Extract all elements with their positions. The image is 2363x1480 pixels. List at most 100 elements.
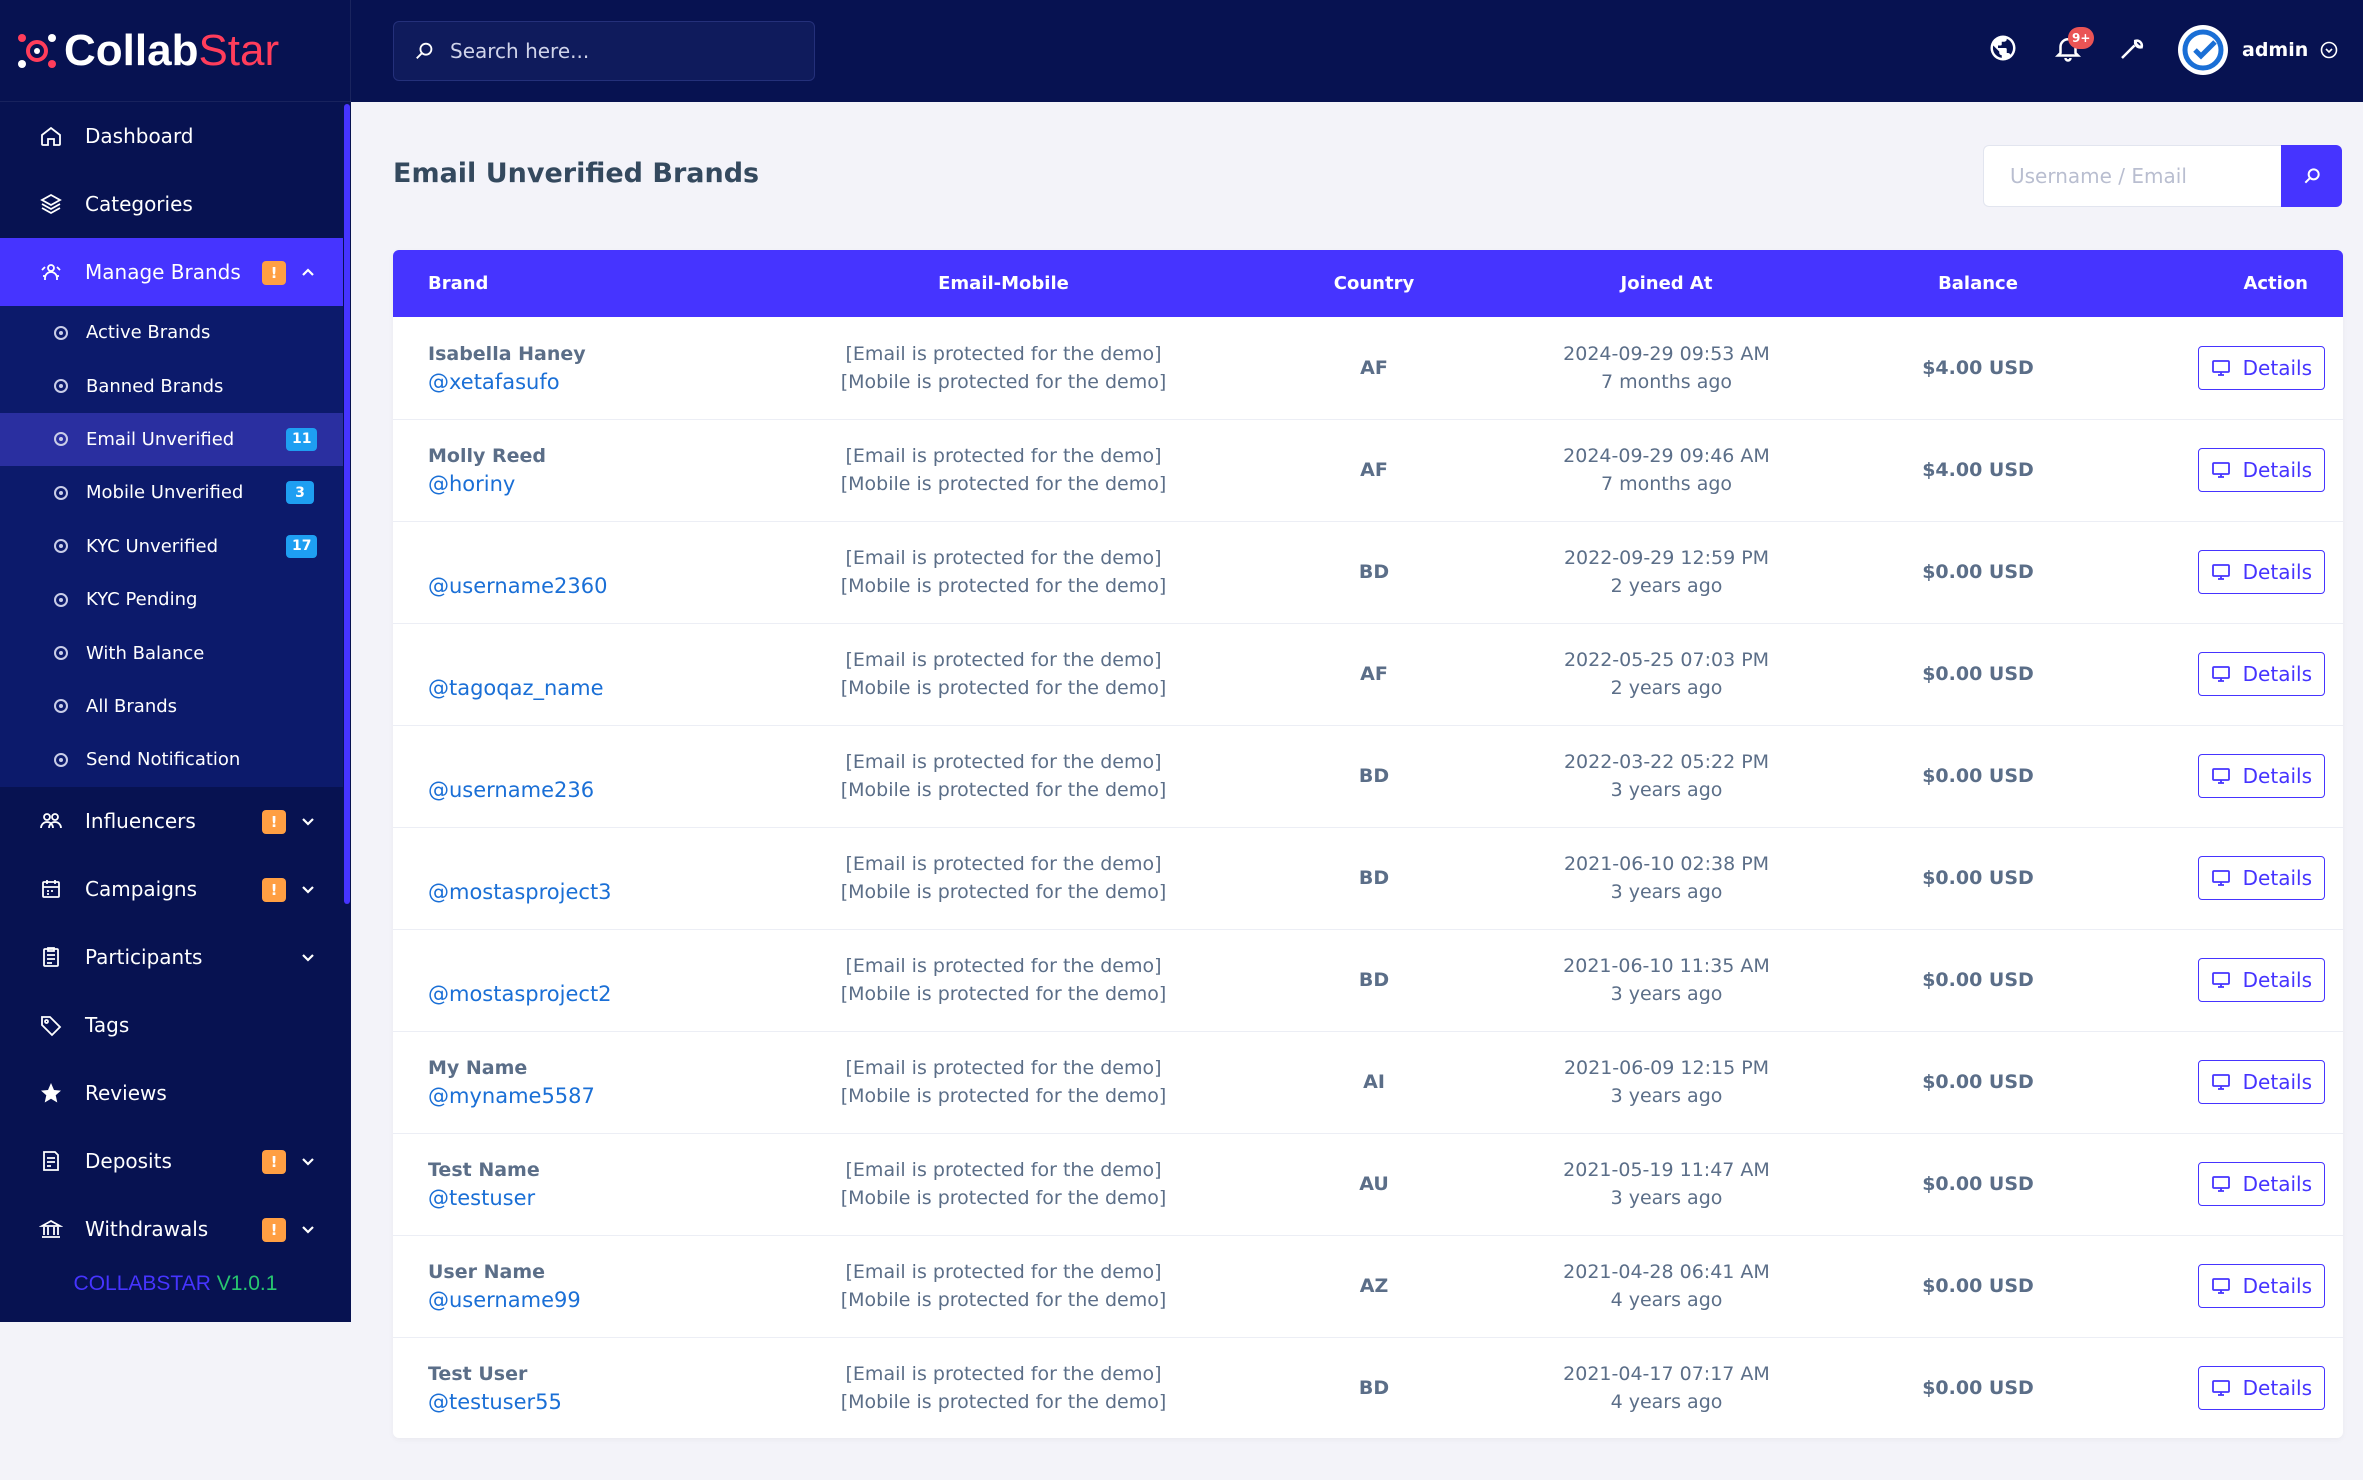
search-input[interactable] — [450, 39, 810, 63]
global-search[interactable] — [393, 21, 815, 81]
details-button-label: Details — [2242, 1070, 2312, 1094]
brand-cell: @mostasproject3 — [393, 827, 788, 929]
sidebar-subitem-all-brands[interactable]: All Brands — [0, 680, 343, 733]
details-button[interactable]: Details — [2197, 550, 2325, 594]
email-mobile-cell: [Email is protected for the demo] [Mobil… — [788, 1337, 1219, 1438]
mobile-value: [Mobile is protected for the demo] — [840, 881, 1167, 903]
details-button[interactable]: Details — [2197, 345, 2325, 390]
balance-cell: $0.00 USD — [1804, 1133, 2152, 1235]
sidebar-item-participants[interactable]: Participants — [0, 923, 343, 991]
action-cell: Details — [2152, 317, 2343, 419]
joined-relative: 2 years ago — [1610, 677, 1723, 699]
action-cell: Details — [2152, 419, 2343, 521]
desktop-icon — [2211, 1074, 2230, 1090]
warning-badge: ! — [262, 1149, 286, 1174]
user-menu[interactable]: admin — [2178, 22, 2338, 78]
details-button[interactable]: Details — [2197, 958, 2325, 1002]
sidebar-subitem-banned-brands[interactable]: Banned Brands — [0, 359, 343, 412]
sidebar-item-label: Dashboard — [85, 124, 194, 148]
brand-username-link[interactable]: @xetafasufo — [428, 368, 788, 396]
balance-cell: $4.00 USD — [1804, 419, 2152, 521]
email-value: [Email is protected for the demo] — [845, 1159, 1162, 1181]
brand-name: Test User — [428, 1363, 528, 1385]
brand-username-link[interactable]: @username2360 — [428, 572, 788, 600]
brand-logo[interactable]: CollabStar — [0, 0, 351, 102]
balance-value: $0.00 USD — [1922, 1377, 2034, 1399]
balance-value: $0.00 USD — [1922, 969, 2034, 991]
details-button[interactable]: Details — [2197, 1060, 2325, 1104]
brand-name — [428, 850, 788, 878]
sidebar-item-deposits[interactable]: Deposits ! — [0, 1127, 343, 1195]
sidebar-item-campaigns[interactable]: Campaigns ! — [0, 855, 343, 923]
sidebar-item-dashboard[interactable]: Dashboard — [0, 102, 343, 170]
brand-cell: @mostasproject2 — [393, 929, 788, 1031]
filter-search-button[interactable] — [2281, 145, 2342, 207]
country-code: BD — [1358, 765, 1390, 787]
details-button-label: Details — [2242, 866, 2312, 890]
sidebar-item-reviews[interactable]: Reviews — [0, 1059, 343, 1127]
globe-button[interactable] — [1986, 31, 2020, 65]
sidebar-subitem-send-notification[interactable]: Send Notification — [0, 733, 343, 786]
balance-value: $0.00 USD — [1922, 561, 2034, 583]
sidebar-subitem-mobile-unverified[interactable]: Mobile Unverified 3 — [0, 466, 343, 519]
brand-username-link[interactable]: @tagoqaz_name — [428, 674, 788, 702]
sidebar-item-influencers[interactable]: Influencers ! — [0, 787, 343, 855]
details-button[interactable]: Details — [2197, 754, 2325, 798]
country-cell: BD — [1219, 521, 1529, 623]
action-cell: Details — [2152, 929, 2343, 1031]
table-header-row: Brand Email-Mobile Country Joined At Bal… — [393, 250, 2343, 317]
desktop-icon — [2211, 1380, 2230, 1396]
brand-cell: @tagoqaz_name — [393, 623, 788, 725]
brand-name — [428, 748, 788, 776]
settings-button[interactable] — [2115, 31, 2149, 65]
brand-username-link[interactable]: @myname5587 — [428, 1082, 788, 1110]
country-code: BD — [1358, 561, 1390, 583]
notifications-button[interactable]: 9+ — [2051, 27, 2095, 65]
sidebar-subitem-email-unverified[interactable]: Email Unverified 11 — [0, 412, 343, 467]
sidebar-subitem-active-brands[interactable]: Active Brands — [0, 306, 343, 359]
sidebar-subitem-with-balance[interactable]: With Balance — [0, 626, 343, 679]
sidebar-item-tags[interactable]: Tags — [0, 991, 343, 1059]
sidebar-nav: Dashboard Categories Manage Brands ! Act… — [0, 102, 343, 1263]
brand-username-link[interactable]: @horiny — [428, 470, 788, 498]
action-cell: Details — [2152, 1235, 2343, 1337]
brand-name: Molly Reed — [428, 445, 546, 467]
brand-username-link[interactable]: @testuser55 — [428, 1388, 788, 1416]
joined-date: 2022-03-22 05:22 PM — [1563, 751, 1770, 773]
action-cell: Details — [2152, 1031, 2343, 1133]
details-button[interactable]: Details — [2197, 1366, 2325, 1410]
brand-username-link[interactable]: @testuser — [428, 1184, 788, 1212]
subitem-label: All Brands — [86, 695, 178, 717]
brand-username-link[interactable]: @username99 — [428, 1286, 788, 1314]
email-value: [Email is protected for the demo] — [845, 1363, 1162, 1385]
joined-relative: 3 years ago — [1610, 779, 1723, 801]
sidebar-subitem-kyc-unverified[interactable]: KYC Unverified 17 — [0, 520, 343, 573]
sidebar-item-categories[interactable]: Categories — [0, 170, 343, 238]
brand-name: CollabStar — [64, 25, 280, 75]
brand-username-link[interactable]: @mostasproject2 — [428, 980, 788, 1008]
column-header: Balance — [1938, 273, 2018, 294]
joined-cell: 2021-04-28 06:41 AM 4 years ago — [1529, 1235, 1804, 1337]
wrench-icon — [2121, 39, 2144, 59]
details-button[interactable]: Details — [2197, 652, 2325, 696]
joined-cell: 2022-09-29 12:59 PM 2 years ago — [1529, 521, 1804, 623]
email-value: [Email is protected for the demo] — [845, 955, 1162, 977]
balance-value: $0.00 USD — [1922, 1275, 2034, 1297]
joined-date: 2024-09-29 09:53 AM — [1563, 342, 1770, 365]
balance-cell: $4.00 USD — [1804, 317, 2152, 419]
sidebar-subitem-kyc-pending[interactable]: KYC Pending — [0, 573, 343, 626]
details-button[interactable]: Details — [2197, 856, 2325, 900]
details-button[interactable]: Details — [2197, 1264, 2325, 1308]
brand-username-link[interactable]: @username236 — [428, 776, 788, 804]
brand-username-link[interactable]: @mostasproject3 — [428, 878, 788, 906]
balance-value: $0.00 USD — [1922, 1071, 2034, 1093]
country-cell: BD — [1219, 929, 1529, 1031]
sidebar-item-manage-brands[interactable]: Manage Brands ! — [0, 238, 343, 306]
username-email-filter-input[interactable] — [1983, 145, 2281, 207]
country-cell: AF — [1219, 623, 1529, 725]
email-mobile-cell: [Email is protected for the demo] [Mobil… — [788, 827, 1219, 929]
sidebar-scrollbar[interactable] — [344, 104, 350, 904]
details-button[interactable]: Details — [2197, 448, 2325, 492]
sidebar-item-withdrawals[interactable]: Withdrawals ! — [0, 1195, 343, 1263]
details-button[interactable]: Details — [2197, 1162, 2325, 1206]
